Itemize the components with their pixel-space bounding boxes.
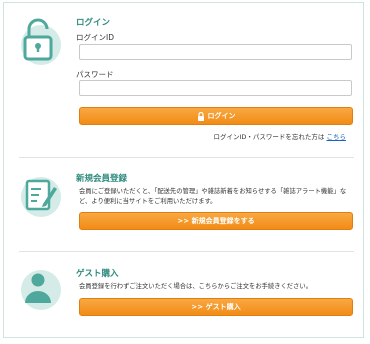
- register-button-label: >> 新規会員登録をする: [177, 217, 255, 225]
- login-id-input[interactable]: [79, 44, 352, 60]
- password-label: パスワード: [76, 70, 114, 79]
- password-input[interactable]: [79, 80, 352, 96]
- register-button[interactable]: >> 新規会員登録をする: [79, 212, 353, 230]
- guest-title: ゲスト購入: [76, 269, 119, 279]
- guest-person-icon: [21, 270, 61, 310]
- guest-description: 会員登録を行わずご注文いただく場合は、こちらからご注文をお手続きください。: [79, 283, 312, 290]
- section-divider-1: [19, 157, 354, 158]
- login-title: ログイン: [76, 18, 111, 28]
- login-id-label: ログインID: [76, 33, 114, 42]
- forgot-credentials: ログインID・パスワードを忘れた方は こちら: [213, 131, 346, 141]
- register-title: 新規会員登録: [76, 174, 128, 184]
- button-lock-icon: [197, 111, 204, 121]
- lock-icon: [21, 18, 61, 65]
- register-description: 会員にご登録いただくと、「配送先の管理」や雑誌新着をお知らせする「雑誌アラート機…: [79, 188, 347, 205]
- register-form-icon: [21, 177, 61, 217]
- login-button[interactable]: ログイン: [79, 107, 353, 125]
- forgot-link[interactable]: こちら: [327, 133, 347, 141]
- section-divider-2: [19, 251, 354, 252]
- account-panel: ログイン ログインID パスワード ログイン ログインID・パスワードを忘れた方…: [3, 2, 364, 338]
- login-button-label: ログイン: [207, 112, 236, 120]
- guest-button[interactable]: >> ゲスト購入: [79, 298, 353, 316]
- guest-button-label: >> ゲスト購入: [191, 303, 241, 311]
- forgot-text: ログインID・パスワードを忘れた方は: [213, 133, 325, 141]
